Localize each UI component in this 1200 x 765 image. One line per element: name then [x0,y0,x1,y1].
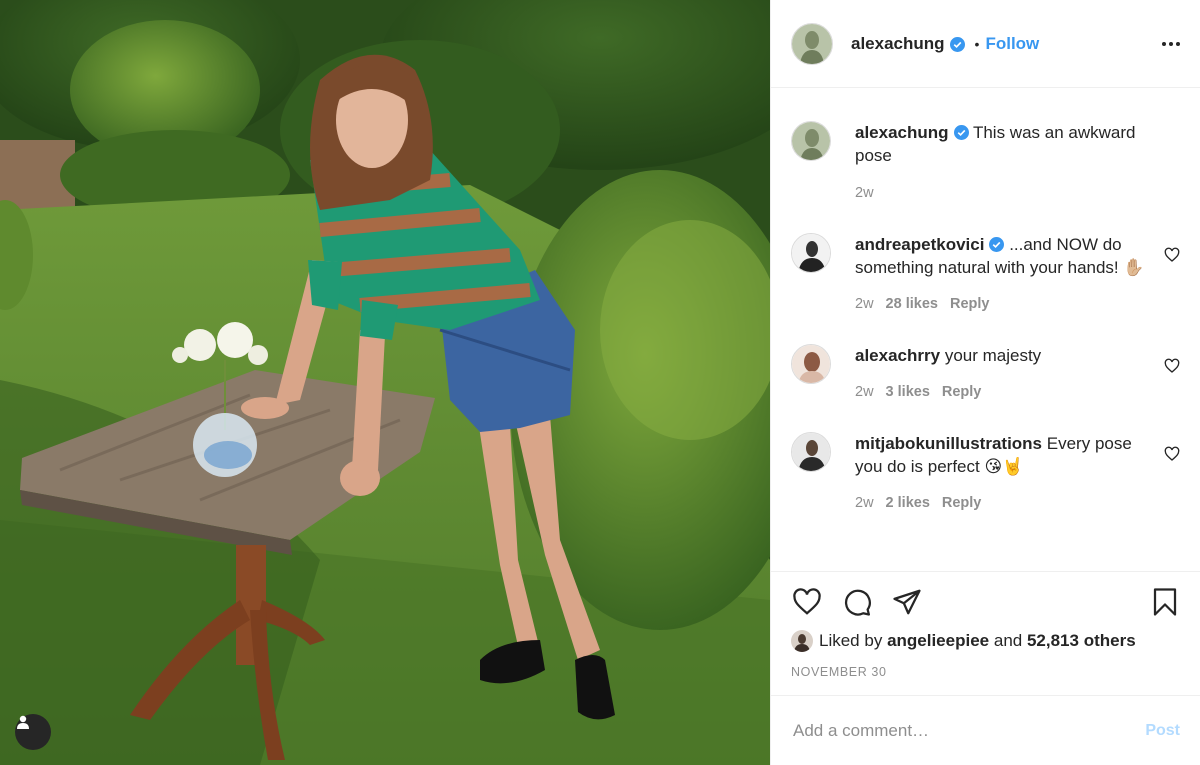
likes-others-link[interactable]: 52,813 others [1027,631,1136,651]
likes-joiner: and [993,631,1023,650]
post-header: alexachung • Follow [771,0,1200,88]
comment-item: alexachrry your majesty 2w 3 likes Reply [791,344,1180,404]
comment-username[interactable]: mitjabokunillustrations [855,434,1042,453]
caption-username[interactable]: alexachung [855,123,949,142]
post-comment-button[interactable]: Post [1145,722,1180,740]
comment-username[interactable]: andreapetkovici [855,235,984,254]
separator-dot: • [974,35,980,52]
verified-badge-icon [989,237,1005,252]
action-icons-row [791,586,1180,618]
comment-time[interactable]: 2w [855,293,874,316]
liker-avatar[interactable] [791,630,813,652]
heart-icon[interactable] [791,587,823,617]
verified-badge-icon [949,37,965,52]
more-options-icon[interactable] [1162,41,1180,46]
comment-input[interactable] [791,719,1146,742]
instagram-post: alexachung • Follow alexachung This was … [0,0,1200,765]
post-date[interactable]: NOVEMBER 30 [791,665,1180,679]
likes-summary: Liked by angelieepiee and 52,813 others [791,630,1180,652]
user-tag-icon [17,715,29,729]
comment-text: your majesty [944,346,1042,365]
comment-time[interactable]: 2w [855,492,874,515]
comment-likes[interactable]: 3 likes [886,381,930,404]
add-comment-bar: Post [771,695,1200,765]
commenter-avatar[interactable] [791,344,831,384]
commenter-avatar[interactable] [791,432,831,472]
comment-time[interactable]: 2w [855,381,874,404]
author-avatar[interactable] [791,22,833,65]
post-photo[interactable] [0,0,770,765]
post-side-panel: alexachung • Follow alexachung This was … [770,0,1200,765]
bookmark-icon[interactable] [1150,586,1180,618]
follow-button[interactable]: Follow [985,34,1039,54]
author-username[interactable]: alexachung [851,34,945,54]
post-actions: Liked by angelieepiee and 52,813 others … [771,571,1200,695]
garden-photo-illustration [0,0,770,765]
comments-list: alexachung This was an awkward pose 2w a… [771,88,1200,571]
comment-username[interactable]: alexachrry [855,346,940,365]
liker-username[interactable]: angelieepiee [887,631,989,651]
comment-likes[interactable]: 28 likes [886,293,938,316]
comment-item: mitjabokunillustrations Every pose you d… [791,432,1180,515]
heart-icon[interactable] [1164,358,1180,374]
comment-likes[interactable]: 2 likes [886,492,930,515]
likes-prefix: Liked by [819,631,883,650]
reply-button[interactable]: Reply [942,492,982,515]
reply-button[interactable]: Reply [942,381,982,404]
heart-icon[interactable] [1164,446,1180,462]
verified-badge-icon [953,125,969,140]
caption-author-avatar[interactable] [791,121,831,161]
commenter-avatar[interactable] [791,233,831,273]
comment-item: andreapetkovici ...and NOW do something … [791,233,1180,316]
paper-plane-icon[interactable] [891,587,923,617]
user-tag-button[interactable] [15,714,51,750]
caption-time[interactable]: 2w [855,182,874,205]
reply-button[interactable]: Reply [950,293,990,316]
comment-bubble-icon[interactable] [841,587,873,617]
caption: alexachung This was an awkward pose 2w [791,121,1180,205]
heart-icon[interactable] [1164,247,1180,263]
